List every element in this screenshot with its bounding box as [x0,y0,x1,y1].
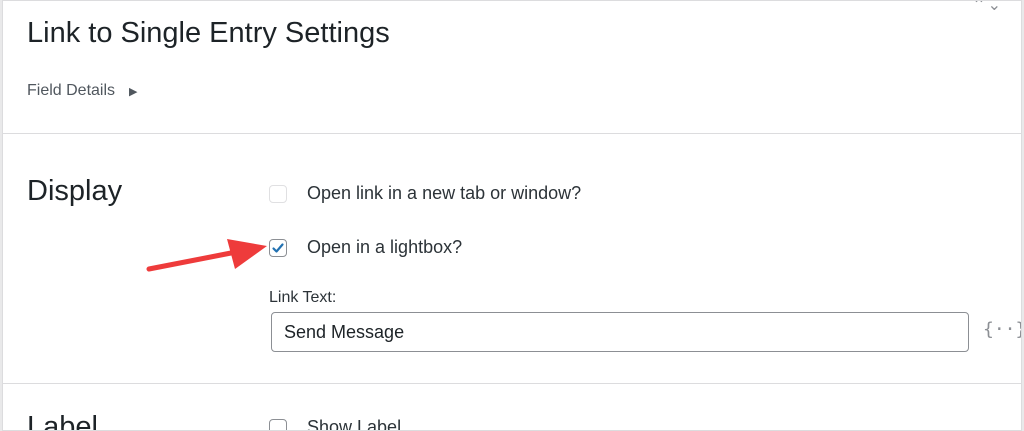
link-text-input[interactable] [271,312,969,352]
option-open-new-tab[interactable]: Open link in a new tab or window? [269,183,581,204]
merge-tag-icon[interactable]: {··} [983,319,1021,340]
dialog-title: Link to Single Entry Settings [27,17,390,49]
settings-dialog: ⌃⌄ Link to Single Entry Settings Field D… [2,0,1022,431]
field-details-label: Field Details [27,82,116,99]
label-section-heading: Label [27,411,98,431]
new-tab-label: Open link in a new tab or window? [307,183,582,203]
new-tab-checkbox[interactable] [269,184,287,203]
link-text-label: Link Text: [269,289,337,306]
triangle-right-icon: ▶ [129,85,138,98]
annotation-arrow-icon [146,239,267,272]
section-divider [3,383,1021,384]
checkmark-icon [272,242,284,253]
option-open-lightbox[interactable]: Open in a lightbox? [269,237,462,258]
show-label-label: Show Label [307,417,402,431]
option-show-label[interactable]: Show Label [269,417,402,431]
dialog-corner-icon[interactable]: ⌃⌄ [972,1,1003,15]
show-label-checkbox[interactable] [269,418,287,430]
lightbox-label: Open in a lightbox? [307,237,463,257]
section-divider [3,133,1021,134]
display-section-heading: Display [27,175,123,207]
field-details-toggle[interactable]: Field Details ▶ [27,82,138,100]
